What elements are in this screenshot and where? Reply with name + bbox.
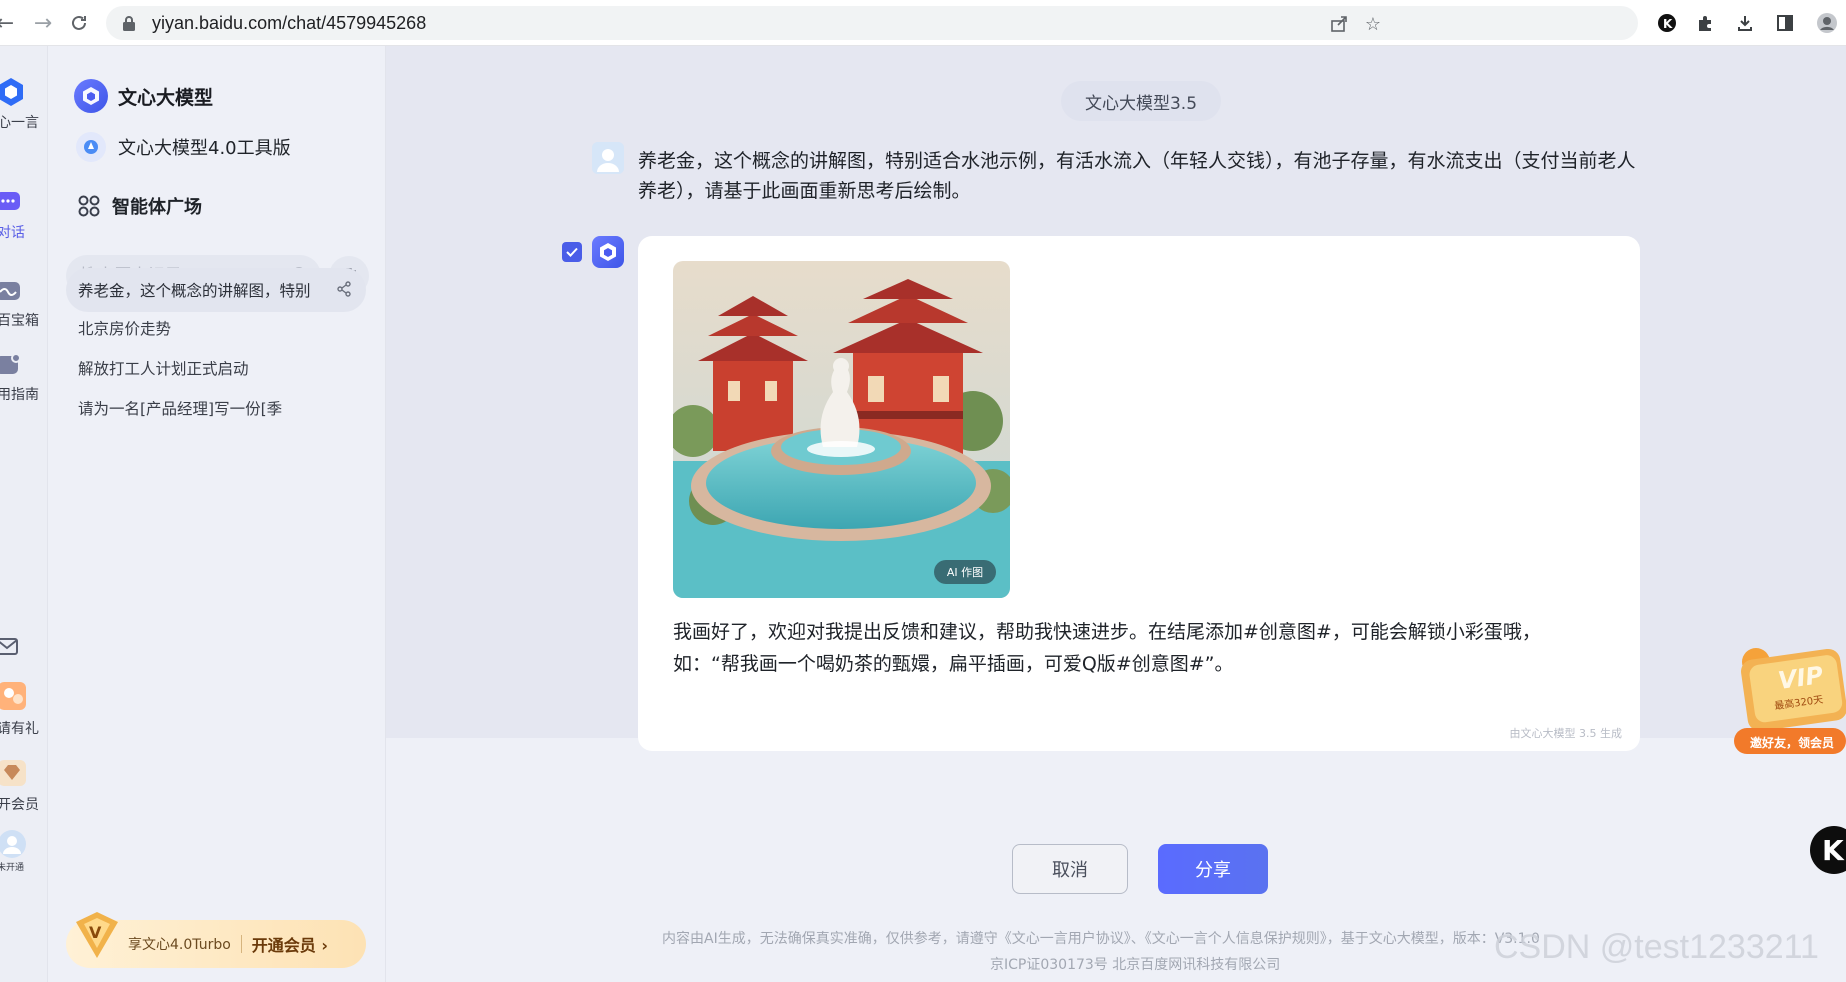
generated-image[interactable]: AI 作图 bbox=[673, 261, 1010, 598]
forward-icon[interactable]: → bbox=[28, 8, 58, 38]
message-select-checkbox[interactable] bbox=[562, 242, 582, 262]
icp-text: 京ICP证030173号 北京百度网讯科技有限公司 bbox=[990, 957, 1281, 973]
gold-v-badge-icon: V bbox=[76, 912, 118, 958]
chat-main: 文心大模型3.5 养老金，这个概念的讲解图，特别适合水池示例，有活水流入（年轻人… bbox=[386, 46, 1846, 982]
rail-invite-label: 请有礼 bbox=[0, 721, 39, 737]
bot-message-text: 我画好了，欢迎对我提出反馈和建议，帮助我快速进步。在结尾添加#创意图#，可能会解… bbox=[673, 621, 1541, 675]
share-button[interactable]: 分享 bbox=[1158, 844, 1268, 894]
bot-message-card: AI 作图 我画好了，欢迎对我提出反馈和建议，帮助我快速进步。在结尾添加#创意图… bbox=[638, 236, 1640, 751]
history-item-label: 养老金，这个概念的讲解图，特别 bbox=[78, 282, 311, 300]
sidebar: 文心大模型 文心大模型4.0工具版 智能体广场 养老金，这个概念的讲解图，特别 … bbox=[48, 46, 386, 982]
address-bar[interactable]: yiyan.baidu.com/chat/4579945268 ☆ bbox=[106, 6, 1638, 40]
history-item-label: 北京房价走势 bbox=[78, 320, 172, 338]
model-label-pill: 文心大模型3.5 bbox=[1061, 81, 1221, 121]
wenxin-logo-icon bbox=[74, 79, 108, 113]
rail-user-label: 未开通 bbox=[0, 863, 25, 873]
tool-version-label: 文心大模型4.0工具版 bbox=[118, 138, 291, 159]
open-membership-link[interactable]: 开通会员 › bbox=[252, 932, 328, 956]
history-item[interactable]: 解放打工人计划正式启动 bbox=[66, 346, 366, 390]
ai-image-badge: AI 作图 bbox=[934, 560, 996, 584]
app-rail: 心一言 对话 百宝箱 用指南 请有礼 开会员 未开通 bbox=[0, 46, 48, 982]
browser-toolbar: ← → yiyan.baidu.com/chat/4579945268 ☆ K bbox=[0, 0, 1846, 46]
k-extension-icon[interactable]: K bbox=[1654, 10, 1680, 36]
promo-divider bbox=[240, 935, 242, 953]
reload-icon[interactable] bbox=[64, 8, 94, 38]
disclaimer-text: 内容由AI生成，无法确保真实准确，仅供参考，请遵守《文心一言用户协议》、《文心一… bbox=[662, 931, 1540, 947]
history-item-label: 请为一名[产品经理]写一份[季 bbox=[78, 400, 283, 418]
grid-icon bbox=[78, 195, 100, 217]
rail-logo-label: 心一言 bbox=[0, 115, 39, 131]
svg-text:K: K bbox=[1663, 17, 1673, 31]
vip-diamond-icon bbox=[0, 760, 26, 786]
user-message: 养老金，这个概念的讲解图，特别适合水池示例，有活水流入（年轻人交钱），有池子存量… bbox=[638, 150, 1636, 202]
promo-text: 享文心4.0Turbo bbox=[128, 937, 231, 953]
yiyan-logo-icon bbox=[0, 78, 23, 106]
member-promo-banner[interactable]: V 享文心4.0Turbo 开通会员 › bbox=[66, 912, 366, 968]
brand-title: 文心大模型 bbox=[118, 86, 214, 109]
mail-icon bbox=[0, 638, 18, 655]
invite-vip-float[interactable]: VIP 最高320天 邀好友，领会员 bbox=[1734, 646, 1846, 754]
rail-toolbox-label: 百宝箱 bbox=[0, 313, 39, 329]
agent-plaza-label: 智能体广场 bbox=[112, 197, 202, 218]
bot-avatar bbox=[592, 236, 624, 268]
side-panel-icon[interactable] bbox=[1772, 10, 1798, 36]
user-avatar-icon bbox=[0, 830, 26, 858]
bookmark-star-icon[interactable]: ☆ bbox=[1362, 13, 1384, 35]
share-icon[interactable] bbox=[336, 281, 352, 301]
guide-icon bbox=[0, 354, 21, 374]
rail-vip-label: 开会员 bbox=[0, 797, 39, 813]
rail-chat-label: 对话 bbox=[0, 225, 25, 241]
history-item[interactable]: 北京房价走势 bbox=[66, 306, 366, 350]
agent-plaza-item[interactable]: 智能体广场 bbox=[78, 193, 202, 219]
cancel-button[interactable]: 取消 bbox=[1012, 844, 1128, 894]
check-icon bbox=[566, 247, 578, 257]
rail-guide-label: 用指南 bbox=[0, 387, 39, 403]
brand-model[interactable]: 文心大模型 bbox=[74, 79, 213, 113]
user-avatar bbox=[592, 142, 624, 174]
tool-version-icon bbox=[76, 132, 106, 162]
toolbox-icon bbox=[0, 282, 20, 300]
download-icon[interactable] bbox=[1732, 10, 1758, 36]
invite-icon bbox=[0, 682, 26, 710]
vip-cta: 邀好友，领会员 bbox=[1750, 736, 1835, 750]
share-page-icon[interactable] bbox=[1328, 13, 1350, 35]
back-icon[interactable]: ← bbox=[0, 8, 20, 38]
wenxin-bot-icon bbox=[600, 243, 616, 261]
profile-icon[interactable] bbox=[1814, 10, 1840, 36]
tool-version-item[interactable]: 文心大模型4.0工具版 bbox=[74, 132, 291, 162]
url-text[interactable]: yiyan.baidu.com/chat/4579945268 bbox=[152, 13, 426, 34]
lock-icon bbox=[122, 15, 136, 35]
csdn-watermark: CSDN @test1233211 bbox=[1494, 928, 1819, 966]
history-item-label: 解放打工人计划正式启动 bbox=[78, 360, 249, 378]
chat-icon bbox=[0, 192, 20, 210]
history-item[interactable]: 请为一名[产品经理]写一份[季 bbox=[66, 386, 366, 430]
svg-text:V: V bbox=[89, 923, 102, 942]
extensions-puzzle-icon[interactable] bbox=[1692, 10, 1718, 36]
pension-pool-illustration bbox=[673, 261, 1010, 598]
generated-by-note: 由文心大模型 3.5 生成 bbox=[1509, 727, 1623, 740]
